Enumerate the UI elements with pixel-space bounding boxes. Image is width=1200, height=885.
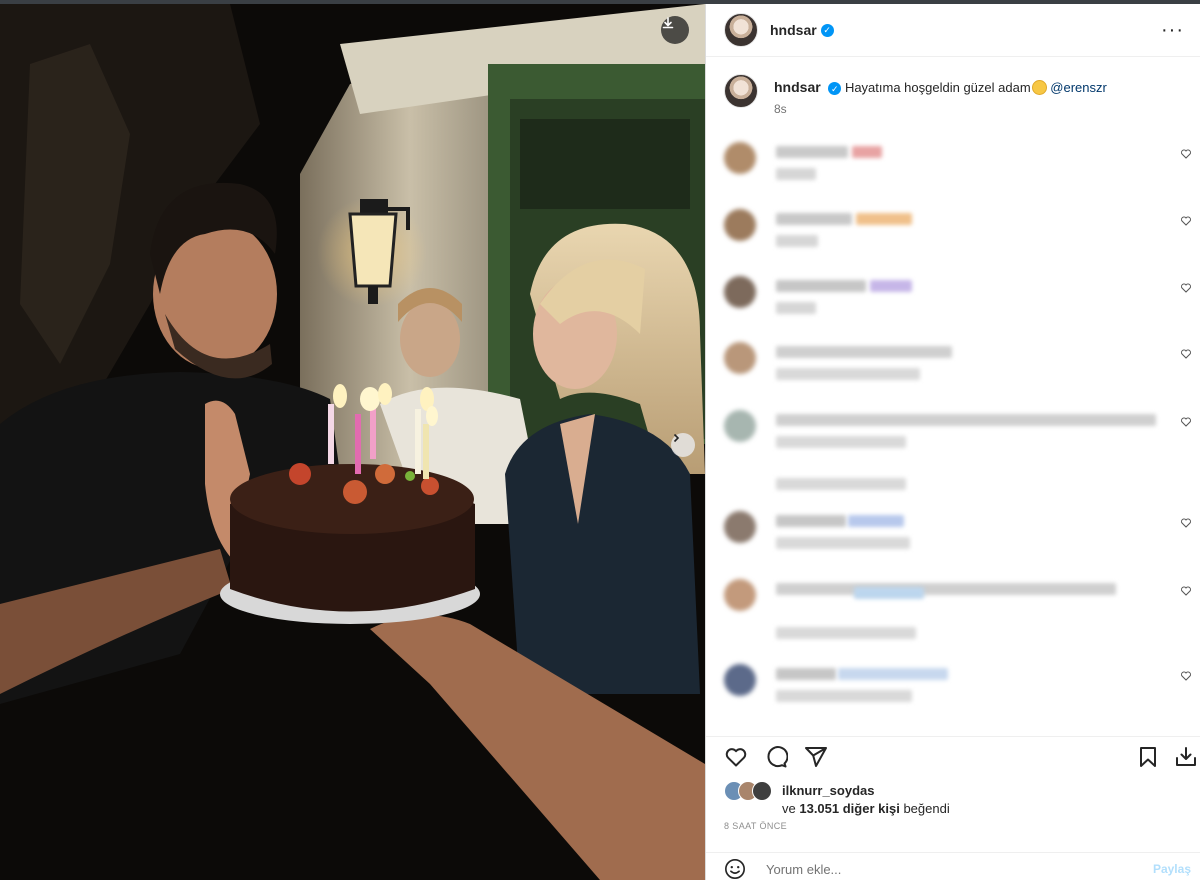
blurred-comment-text — [776, 668, 836, 680]
blurred-comment-text — [856, 213, 912, 225]
blurred-comment-text — [776, 280, 866, 292]
comment-item — [724, 511, 1194, 551]
comment-avatar — [724, 579, 756, 611]
blurred-comment-text — [776, 146, 848, 158]
liked-by-username[interactable]: ilknurr_soydas — [782, 783, 875, 798]
chevron-right-icon — [673, 433, 680, 443]
blurred-comment-meta — [776, 627, 916, 639]
blurred-comment-text — [870, 280, 912, 292]
comment-avatar — [724, 276, 756, 308]
add-comment-form: Paylaş — [706, 852, 1200, 885]
author-avatar[interactable] — [724, 13, 758, 47]
caption-text-block: hndsar ✓ Hayatıma hoşgeldin güzel adam @… — [774, 78, 1174, 97]
blurred-comment-text — [848, 515, 904, 527]
download-button[interactable] — [661, 16, 689, 44]
blurred-comment-text — [776, 346, 952, 358]
download-icon — [662, 17, 674, 29]
post-comment-button[interactable]: Paylaş — [1153, 862, 1191, 876]
comment-item — [724, 142, 1194, 182]
comment-item — [724, 342, 1194, 382]
comment-icon[interactable] — [764, 745, 788, 769]
liker-avatar — [752, 781, 772, 801]
more-horizontal-icon: ··· — [1161, 19, 1184, 41]
heart-icon[interactable] — [1180, 348, 1192, 360]
next-photo-button[interactable] — [671, 433, 695, 457]
bookmark-icon[interactable] — [1136, 745, 1160, 769]
comment-avatar — [724, 142, 756, 174]
blurred-view-replies[interactable] — [776, 478, 906, 490]
blurred-comment-text — [854, 587, 924, 599]
caption-username[interactable]: hndsar — [774, 79, 821, 95]
comment-avatar — [724, 664, 756, 696]
likes-count: 13.051 diğer kişi — [799, 801, 900, 816]
blurred-comment-meta — [776, 168, 816, 180]
send-icon[interactable] — [804, 745, 828, 769]
blurred-comment-meta — [776, 537, 910, 549]
blurred-comment-text — [776, 213, 852, 225]
verified-badge-icon: ✓ — [820, 23, 834, 37]
heart-icon[interactable] — [1180, 148, 1192, 160]
caption-time: 8s — [774, 102, 787, 116]
blurred-comment-meta — [776, 690, 912, 702]
comment-item — [724, 276, 1194, 316]
comment-item — [724, 664, 1194, 704]
post-photo[interactable] — [0, 4, 705, 880]
save-to-collection-icon[interactable] — [1174, 745, 1198, 769]
caption-text: Hayatıma hoşgeldin güzel adam — [844, 80, 1031, 95]
author-username[interactable]: hndsar — [770, 22, 817, 38]
post-timestamp: 8 SAAT ÖNCE — [724, 821, 788, 831]
heart-icon[interactable] — [1180, 585, 1192, 597]
caption-mention-link[interactable]: @erenszr — [1050, 80, 1107, 95]
blurred-comment-meta — [776, 302, 816, 314]
likes-prefix: ve — [782, 801, 796, 816]
post-actions-bar — [706, 736, 1200, 777]
verified-badge-icon: ✓ — [828, 82, 842, 96]
blurred-comment-text — [776, 414, 1156, 426]
post-header: hndsar ✓ ··· — [706, 4, 1200, 57]
more-options-button[interactable]: ··· — [1161, 20, 1184, 40]
heart-icon[interactable] — [1180, 517, 1192, 529]
blurred-comment-meta — [776, 436, 906, 448]
pleading-face-emoji-icon — [1031, 80, 1047, 95]
comment-avatar — [724, 342, 756, 374]
birthday-photo-illustration — [0, 4, 705, 880]
blurred-comment-meta — [776, 368, 920, 380]
heart-icon[interactable] — [1180, 670, 1192, 682]
likes-suffix: beğendi — [903, 801, 950, 816]
emoji-icon[interactable] — [724, 858, 746, 880]
comment-input[interactable] — [764, 860, 1128, 878]
heart-icon[interactable] — [1180, 215, 1192, 227]
comment-item — [724, 209, 1194, 249]
post-details-panel: hndsar ✓ ··· hndsar ✓ Hayatıma hoşgeldin… — [705, 4, 1200, 880]
liker-avatars — [724, 781, 776, 801]
blurred-comment-text — [838, 668, 948, 680]
comment-item — [724, 579, 1194, 641]
blurred-comment-text — [852, 146, 882, 158]
heart-icon[interactable] — [724, 745, 748, 769]
comment-avatar — [724, 209, 756, 241]
heart-icon[interactable] — [1180, 282, 1192, 294]
comment-item — [724, 410, 1194, 490]
likes-count-line[interactable]: ve 13.051 diğer kişi beğendi — [782, 801, 950, 816]
blurred-comment-text — [776, 583, 1116, 595]
blurred-comment-text — [776, 515, 846, 527]
comment-avatar — [724, 511, 756, 543]
blurred-comment-meta — [776, 235, 818, 247]
comment-avatar — [724, 410, 756, 442]
caption-avatar[interactable] — [724, 74, 758, 108]
heart-icon[interactable] — [1180, 416, 1192, 428]
